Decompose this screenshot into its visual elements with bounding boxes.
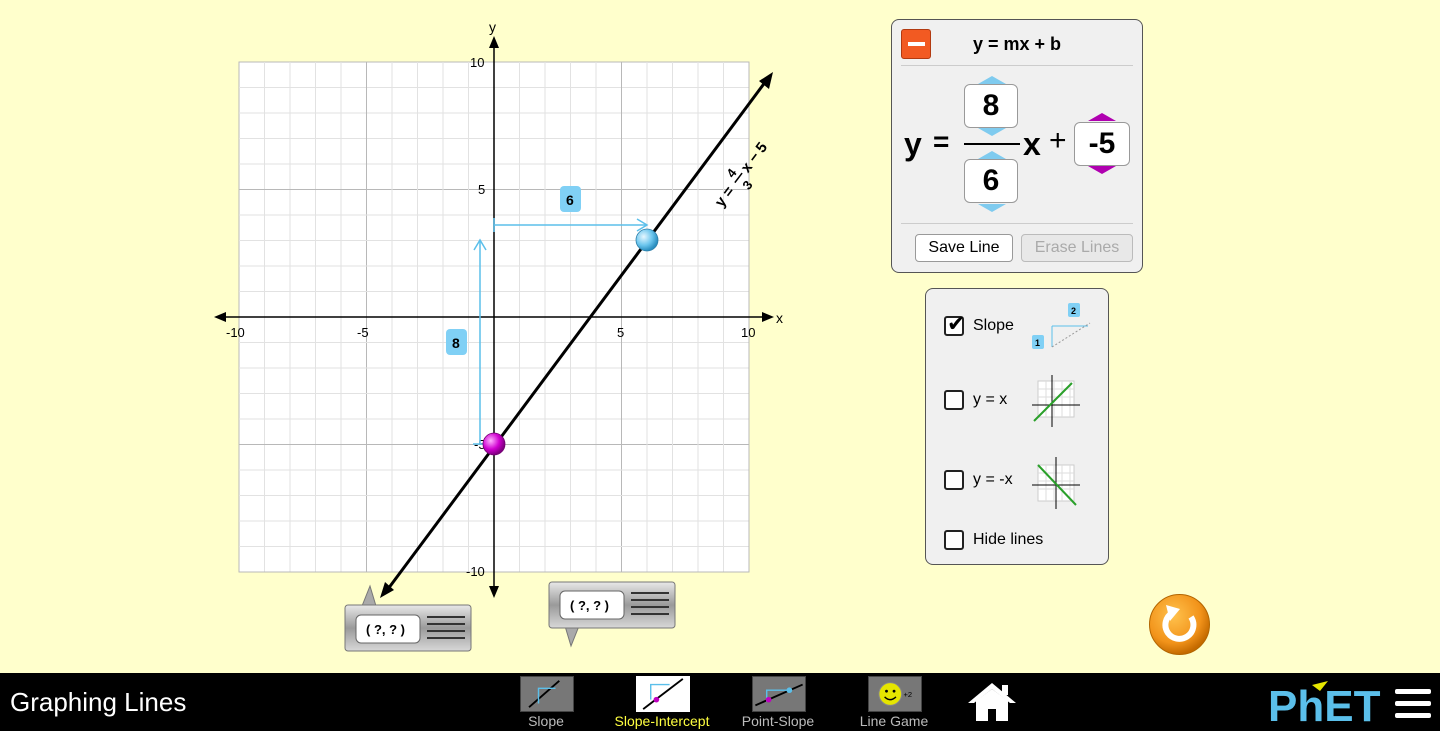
sim-title: Graphing Lines: [10, 687, 187, 717]
slope-icon-rise-label: 1: [1035, 338, 1040, 348]
y-axis-arrow-down: [489, 586, 499, 598]
x-tick-label: -5: [357, 325, 369, 340]
svg-text:+2: +2: [904, 690, 913, 699]
y-equals-x-option[interactable]: y = x: [944, 390, 1007, 410]
x-axis-label: x: [776, 310, 783, 326]
equation-panel-title: y = mx + b: [972, 34, 1062, 54]
menu-icon-bar: [1395, 713, 1431, 718]
tab-line-game-label: Line Game: [859, 713, 929, 729]
tab-point-slope[interactable]: Point-Slope: [728, 676, 828, 730]
slope-option-label: Slope: [973, 317, 1014, 334]
navigation-bar: Graphing Lines Slope Slope-Intercept Poi…: [0, 673, 1440, 731]
erase-lines-button[interactable]: Erase Lines: [1021, 234, 1133, 262]
menu-icon: [1395, 689, 1431, 694]
y-equals-x-label: y = x: [973, 391, 1008, 408]
point-tool-2-label: ( ?, ? ): [570, 598, 609, 613]
collapse-equation-button[interactable]: [901, 29, 931, 59]
menu-icon-bar: [1395, 701, 1431, 706]
denominator-increment-arrow[interactable]: [978, 151, 1006, 159]
slope-icon-run-label: 2: [1071, 306, 1076, 316]
y-axis-label: y: [489, 19, 496, 35]
equation-x: x: [1023, 126, 1041, 162]
y-equals-x-checkbox[interactable]: [944, 390, 964, 410]
y-equals-negative-x-label: y = -x: [973, 471, 1013, 488]
x-axis-arrow-left: [214, 312, 226, 322]
home-button[interactable]: [966, 681, 1018, 723]
point-slope-screen-icon: [752, 676, 806, 712]
y-tick-label: 10: [470, 55, 484, 70]
y-equals-negative-x-option[interactable]: y = -x: [944, 470, 1013, 490]
tab-line-game[interactable]: +2 Line Game: [844, 676, 944, 730]
equation-equals: =: [933, 126, 950, 157]
intercept-value: -5: [1074, 122, 1130, 166]
tab-slope[interactable]: Slope: [496, 676, 596, 730]
intercept-decrement-arrow[interactable]: [1088, 166, 1116, 174]
phet-logo[interactable]: PhET: [1268, 681, 1384, 725]
point-tool-1-label: ( ?, ? ): [366, 622, 405, 637]
point-tool-1[interactable]: ( ?, ? ): [344, 584, 472, 652]
hide-lines-label: Hide lines: [973, 531, 1044, 548]
slope-intercept-screen-icon: [636, 676, 690, 712]
line-game-screen-icon: +2: [868, 676, 922, 712]
x-tick-label: 5: [617, 325, 624, 340]
point-tool-2[interactable]: ( ?, ? ): [548, 581, 676, 648]
x-tick-label: -10: [226, 325, 245, 340]
graph: x y -10 -5 5 10 10 5 -5 -10 6 8 y = 4 3 …: [214, 19, 783, 652]
tab-point-slope-label: Point-Slope: [741, 713, 815, 729]
x-tick-label: 10: [741, 325, 755, 340]
rise-label: 8: [452, 335, 460, 351]
phet-logo-text: PhET: [1268, 682, 1381, 725]
y-equals-x-icon: [1032, 375, 1080, 427]
y-axis-arrow-up: [489, 36, 499, 48]
numerator-value: 8: [964, 84, 1018, 128]
y-equals-negative-x-checkbox[interactable]: [944, 470, 964, 490]
run-label: 6: [566, 192, 574, 208]
denominator-value: 6: [964, 159, 1018, 203]
y-tick-label: 5: [478, 182, 485, 197]
numerator-increment-arrow[interactable]: [978, 76, 1006, 84]
equation-y: y: [904, 126, 922, 162]
tab-slope-intercept-label: Slope-Intercept: [614, 713, 710, 729]
slope-option[interactable]: Slope: [944, 311, 1014, 337]
fraction-bar: [964, 143, 1020, 145]
numerator-decrement-arrow[interactable]: [978, 128, 1006, 136]
equation-plus: +: [1049, 124, 1067, 157]
tab-slope-intercept[interactable]: Slope-Intercept: [612, 676, 712, 730]
equation-panel: y = mx + b y = 8 6 x + -5 Save Line Eras…: [891, 19, 1143, 273]
x-axis-arrow-right: [762, 312, 774, 322]
denominator-decrement-arrow[interactable]: [978, 204, 1006, 212]
intercept-increment-arrow[interactable]: [1088, 113, 1116, 121]
reset-all-button[interactable]: [1148, 593, 1211, 656]
tab-slope-label: Slope: [528, 713, 564, 729]
menu-button[interactable]: [1395, 689, 1431, 719]
hide-lines-checkbox[interactable]: [944, 530, 964, 550]
hide-lines-option[interactable]: Hide lines: [944, 530, 1043, 550]
options-panel: Slope 2 1 y = x y = -x Hide lines: [925, 288, 1109, 565]
slope-checkbox[interactable]: [944, 311, 965, 337]
intercept-point-handle[interactable]: [482, 432, 506, 456]
slope-point-handle[interactable]: [635, 228, 659, 252]
home-icon: [968, 683, 1016, 721]
save-line-button[interactable]: Save Line: [915, 234, 1013, 262]
y-equals-negative-x-icon: [1032, 457, 1080, 509]
slope-option-icon: 2 1: [1032, 303, 1091, 349]
slope-screen-icon: [520, 676, 574, 712]
y-tick-label: -10: [466, 564, 485, 579]
